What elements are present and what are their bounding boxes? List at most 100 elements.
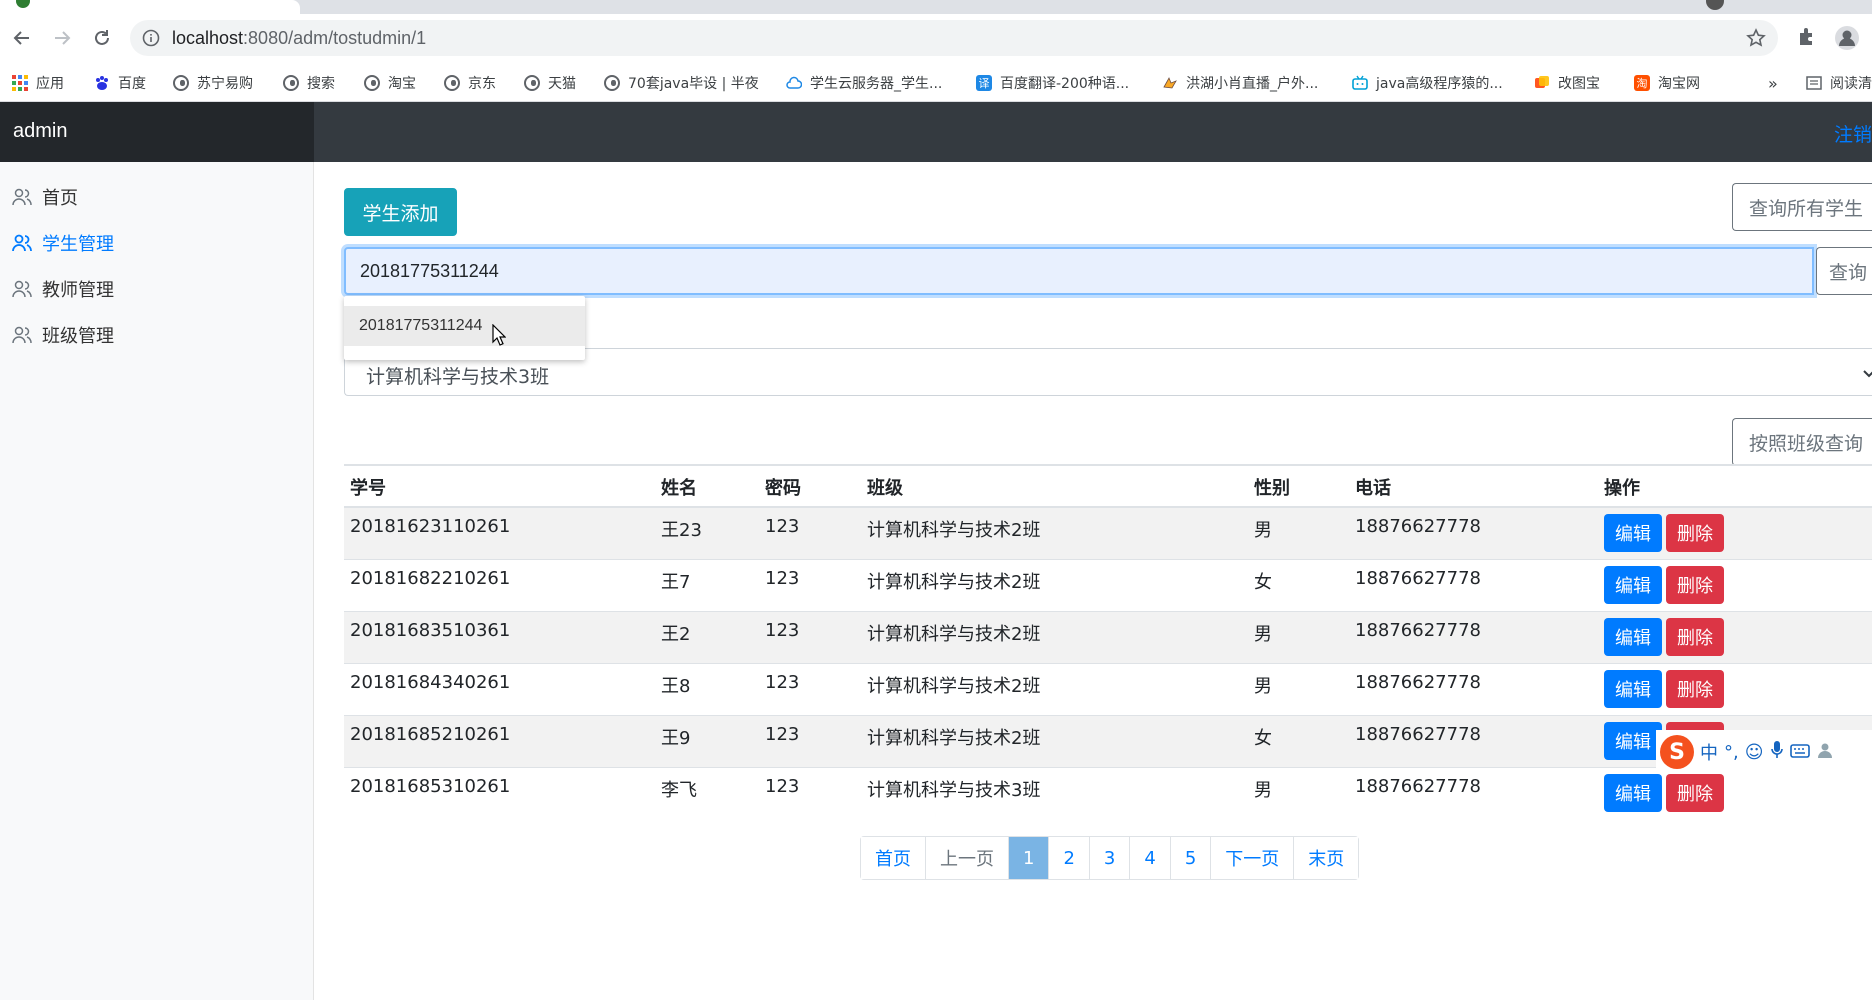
edit-button[interactable]: 编辑 [1604,721,1662,760]
search-button[interactable]: 查询 [1816,247,1872,295]
bookmark-jd[interactable]: 京东 [444,72,496,94]
bookmark-apps[interactable]: 应用 [12,72,64,94]
page-2-link[interactable]: 2 [1048,837,1089,879]
signout-link[interactable]: 注销 [1834,120,1872,147]
bookmark-label: 苏宁易购 [197,76,253,92]
extensions-puzzle-icon[interactable] [1796,25,1818,51]
bookmark-search[interactable]: 搜索 [283,72,335,94]
sidebar-item-label: 教师管理 [42,280,114,301]
browser-tab[interactable] [0,0,300,14]
ime-mode-label[interactable]: 中 [1700,739,1718,765]
page-next-link[interactable]: 下一页 [1210,837,1294,879]
column-header: 姓名 [655,464,759,508]
actions-cell: 编辑删除 [1598,558,1872,611]
globe-icon [604,75,620,91]
address-bar[interactable]: localhost:8080/adm/tostudmin/1 [130,20,1778,56]
delete-button[interactable]: 删除 [1666,565,1724,604]
keyboard-icon[interactable] [1789,742,1810,763]
bookmark-suning[interactable]: 苏宁易购 [173,72,253,94]
edit-button[interactable]: 编辑 [1604,514,1662,552]
column-header: 班级 [861,464,1248,508]
delete-button[interactable]: 删除 [1666,617,1724,656]
page-5-link[interactable]: 5 [1169,837,1211,879]
pagination: 首页 上一页 1 2 3 4 5 下一页 末页 [860,836,1360,880]
edit-button[interactable]: 编辑 [1604,565,1662,604]
column-header: 性别 [1248,464,1349,508]
student-id-search-input[interactable] [344,247,1814,295]
page-3-link[interactable]: 3 [1088,837,1130,879]
student-id-cell: 20181682210261 [344,558,655,611]
page-prev-link[interactable]: 上一页 [925,837,1008,879]
page-1-link[interactable]: 1 [1008,837,1049,879]
query-by-class-button[interactable]: 按照班级查询 [1732,418,1872,466]
microphone-icon[interactable] [1770,740,1784,765]
mouse-cursor-icon [492,324,506,346]
bookmark-student-cloud[interactable]: 学生云服务器_学生... [786,72,942,94]
sidebar-item-teacher-management[interactable]: 教师管理 [12,274,114,304]
bookmark-java-projects[interactable]: 70套java毕设 | 半夜 [604,72,759,94]
gender-cell: 女 [1248,714,1349,767]
bookmark-honghu-live[interactable]: 洪湖小肖直播_户外... [1162,72,1318,94]
bird-icon [1163,77,1177,89]
users-icon [12,326,32,344]
forward-arrow-icon[interactable] [48,24,76,52]
delete-button[interactable]: 删除 [1666,514,1724,552]
column-header: 密码 [759,464,861,508]
query-all-students-button[interactable]: 查询所有学生 [1732,183,1872,231]
autocomplete-option[interactable]: 20181775311244 [344,306,585,346]
add-student-button[interactable]: 学生添加 [344,188,457,236]
bookmark-label: 搜索 [307,76,335,92]
back-arrow-icon[interactable] [8,24,36,52]
page-4-link[interactable]: 4 [1129,837,1170,879]
bookmark-taobao-net[interactable]: 淘淘宝网 [1634,72,1700,94]
bookmark-tmall[interactable]: 天猫 [524,72,576,94]
profile-avatar-icon[interactable] [1834,25,1860,55]
url-text[interactable]: localhost:8080/adm/tostudmin/1 [172,28,426,49]
bookmark-star-icon[interactable] [1746,28,1766,52]
browser-toolbar: localhost:8080/adm/tostudmin/1 [0,14,1872,64]
sidebar-item-student-management[interactable]: 学生管理 [12,228,114,258]
sogou-logo-icon[interactable]: S [1660,735,1694,769]
student-id-cell: 20181683510361 [344,610,655,663]
student-id-cell: 20181685310261 [344,766,655,819]
edit-button[interactable]: 编辑 [1604,617,1662,656]
bookmark-gaitubao[interactable]: 改图宝 [1534,72,1600,94]
delete-button[interactable]: 删除 [1666,773,1724,812]
bookmark-baidu[interactable]: 百度 [94,72,146,94]
brand-title[interactable]: admin [0,102,314,162]
column-header: 操作 [1598,464,1872,508]
tab-search-icon[interactable] [1706,0,1724,10]
sidebar-item-class-management[interactable]: 班级管理 [12,320,114,350]
site-info-icon[interactable] [142,29,160,51]
baidu-paw-icon [96,76,108,90]
name-cell: 王9 [655,714,759,767]
bookmark-label: 阅读清单 [1830,76,1872,92]
name-cell: 王23 [655,506,759,559]
globe-icon [283,75,299,91]
table-header-row: 学号 姓名 密码 班级 性别 电话 操作 [344,464,1872,508]
bookmarks-overflow-chevron[interactable]: » [1768,72,1778,94]
table-row: 20181683510361 王2 123 计算机科学与技术2班男 1887662777… [344,610,1872,663]
page-last-link[interactable]: 末页 [1293,837,1359,879]
bookmark-bilibili[interactable]: java高级程序猿的... [1352,72,1503,94]
sidebar-item-home[interactable]: 首页 [12,182,78,212]
globe-icon [173,75,189,91]
bookmark-reading-list[interactable]: 阅读清单 [1806,72,1872,94]
class-select-value: 计算机科学与技术3班 [366,366,550,388]
edit-button[interactable]: 编辑 [1604,773,1662,812]
emoji-icon[interactable]: ☺ [1745,742,1764,763]
reload-icon[interactable] [88,24,116,52]
user-icon[interactable] [1816,741,1834,764]
users-icon [12,280,32,298]
edit-button[interactable]: 编辑 [1604,669,1662,708]
punctuation-icon[interactable]: °, [1724,742,1739,763]
actions-cell: 编辑删除 [1598,610,1872,663]
class-cell: 计算机科学与技术2班 [861,610,1248,663]
name-cell: 李飞 [655,766,759,819]
gender-cell: 男 [1248,610,1349,663]
bookmark-baidu-translate[interactable]: 译百度翻译-200种语... [976,72,1129,94]
bookmark-label: 学生云服务器_学生... [810,76,943,92]
delete-button[interactable]: 删除 [1666,669,1724,708]
bookmark-taobao[interactable]: 淘宝 [364,72,416,94]
page-first-link[interactable]: 首页 [861,837,925,879]
